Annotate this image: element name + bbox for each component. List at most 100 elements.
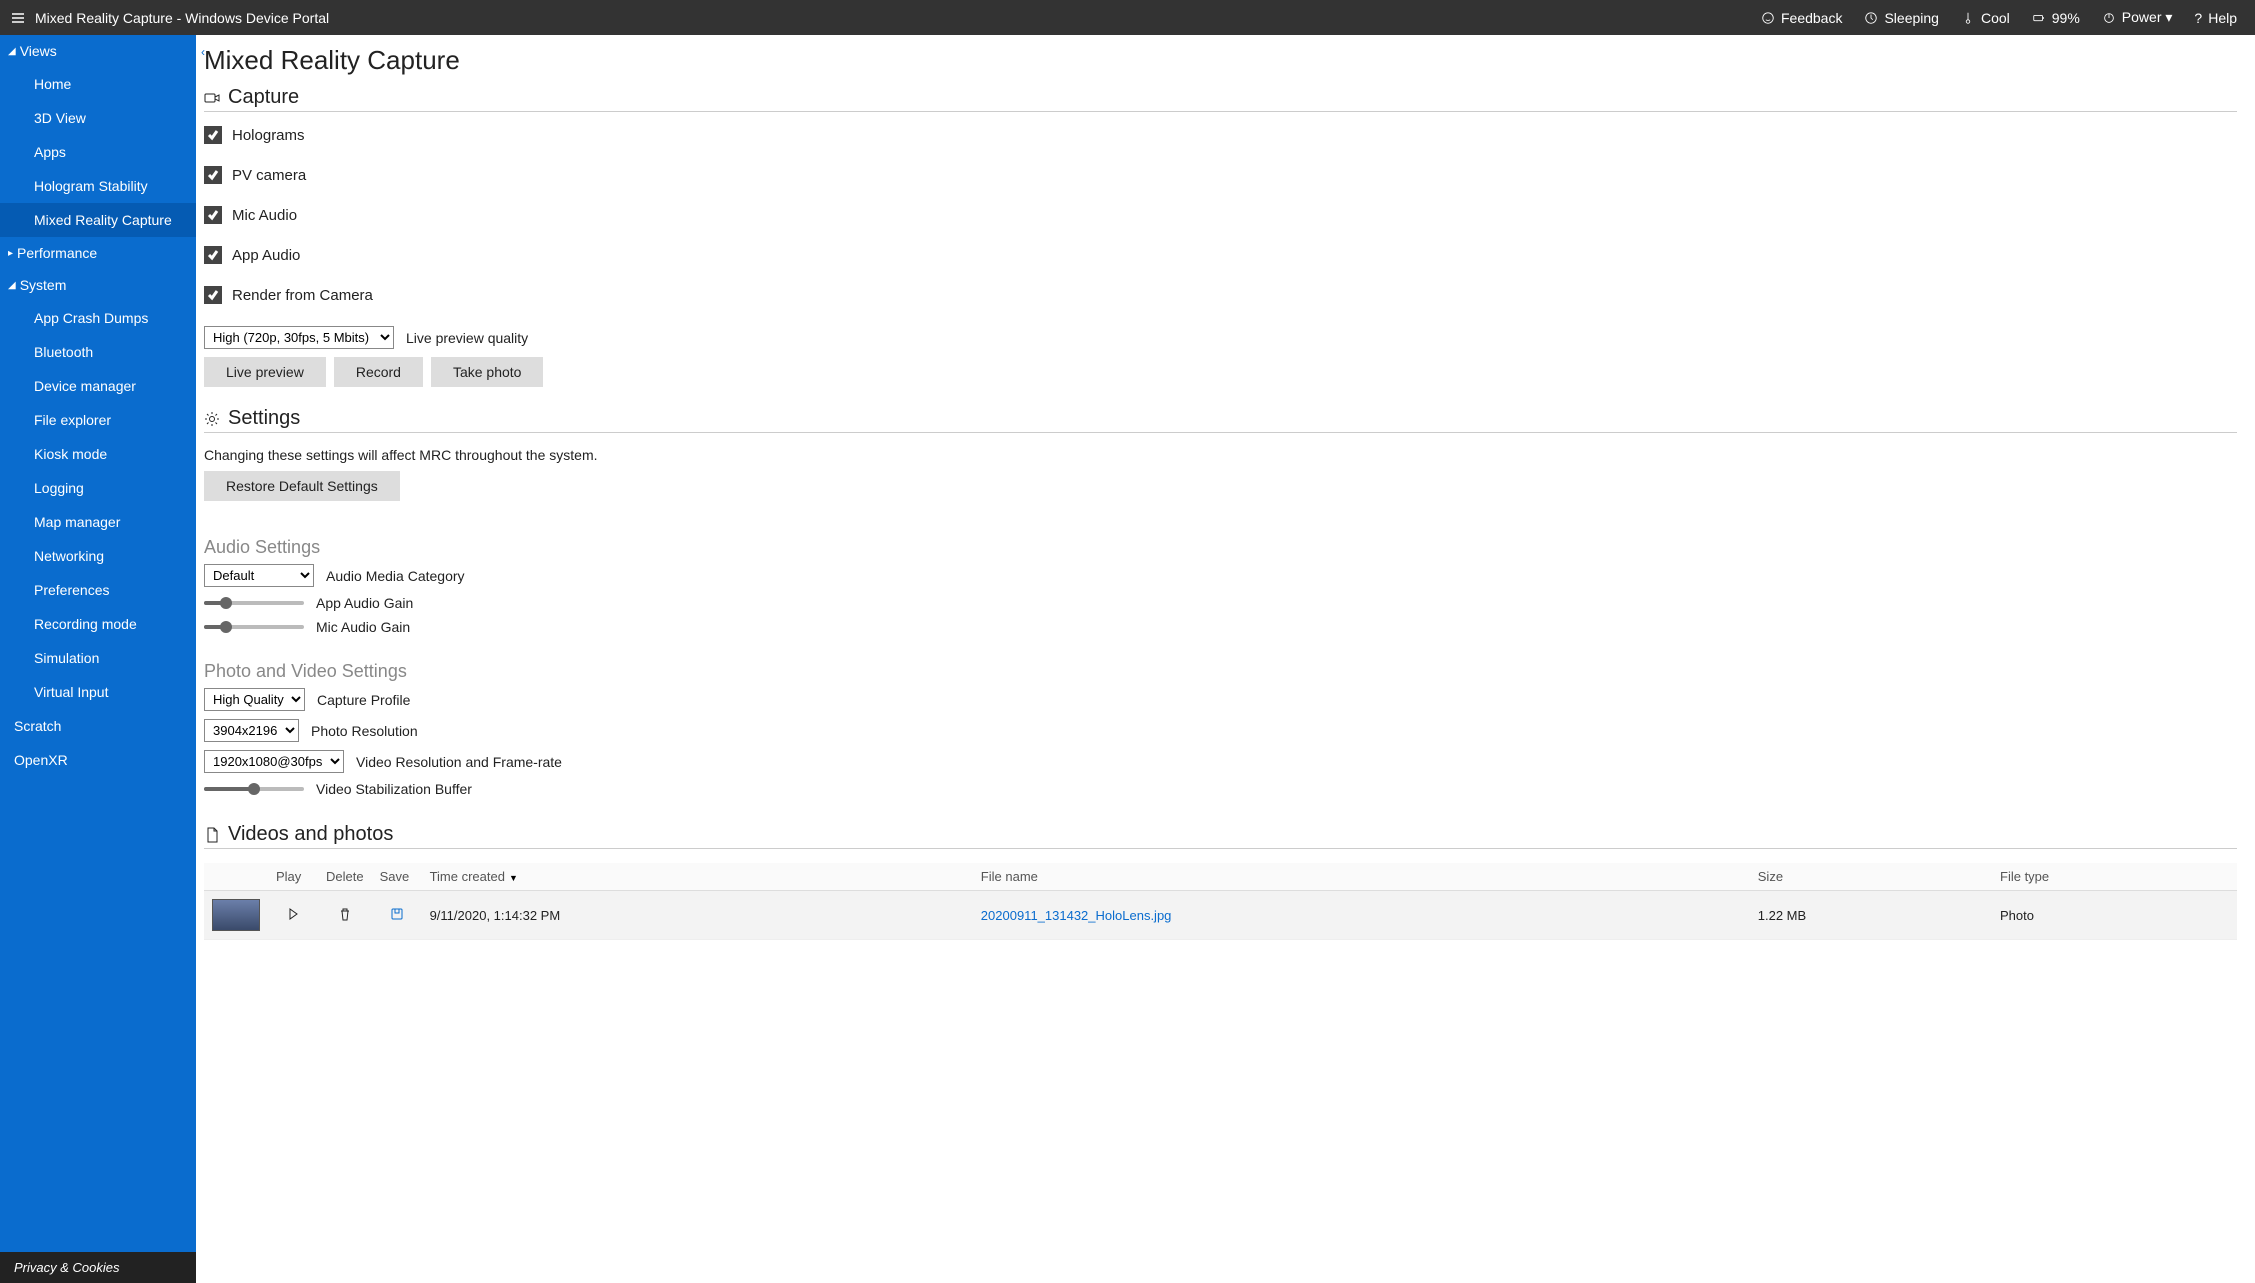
video-stabilization-slider[interactable]	[204, 787, 304, 791]
sidebar-item-map-manager[interactable]: Map manager	[0, 505, 196, 539]
live-preview-button[interactable]: Live preview	[204, 357, 326, 387]
sidebar-item-openxr[interactable]: OpenXR	[0, 743, 196, 777]
save-icon[interactable]	[390, 909, 404, 924]
record-button[interactable]: Record	[334, 357, 423, 387]
sidebar-section-system[interactable]: ◢ System	[0, 269, 196, 301]
sidebar-item-kiosk-mode[interactable]: Kiosk mode	[0, 437, 196, 471]
feedback-label: Feedback	[1781, 10, 1842, 26]
status-sleeping[interactable]: Sleeping	[1864, 10, 1939, 26]
video-resolution-select[interactable]: 1920x1080@30fps	[204, 750, 344, 773]
checkbox-render-from-camera[interactable]: Render from Camera	[204, 286, 2237, 304]
sidebar-item-scratch[interactable]: Scratch	[0, 709, 196, 743]
col-type[interactable]: File type	[1992, 863, 2237, 891]
audio-settings-heading: Audio Settings	[204, 537, 2237, 558]
section-capture-header: Capture	[204, 86, 2237, 112]
checkbox-icon	[204, 206, 222, 224]
hamburger-icon[interactable]	[0, 10, 35, 26]
quality-label: Live preview quality	[406, 330, 528, 346]
col-delete[interactable]: Delete	[318, 863, 372, 891]
take-photo-button[interactable]: Take photo	[431, 357, 544, 387]
status-battery[interactable]: 99%	[2032, 10, 2080, 26]
window-title: Mixed Reality Capture - Windows Device P…	[35, 10, 329, 26]
sidebar-item-simulation[interactable]: Simulation	[0, 641, 196, 675]
capture-profile-label: Capture Profile	[317, 692, 410, 708]
power-label: Power ▾	[2122, 9, 2173, 26]
mic-audio-gain-label: Mic Audio Gain	[316, 619, 410, 635]
sidebar-item-apps[interactable]: Apps	[0, 135, 196, 169]
checkbox-icon	[204, 286, 222, 304]
checkbox-mic-audio[interactable]: Mic Audio	[204, 206, 2237, 224]
sidebar-item-virtual-input[interactable]: Virtual Input	[0, 675, 196, 709]
media-table: Play Delete Save Time created▼ File name…	[204, 863, 2237, 940]
video-stabilization-label: Video Stabilization Buffer	[316, 781, 472, 797]
photo-resolution-label: Photo Resolution	[311, 723, 418, 739]
sidebar-item-recording-mode[interactable]: Recording mode	[0, 607, 196, 641]
sidebar-item-crash-dumps[interactable]: App Crash Dumps	[0, 301, 196, 335]
mic-audio-gain-slider[interactable]	[204, 625, 304, 629]
table-row: 9/11/2020, 1:14:32 PM 20200911_131432_Ho…	[204, 891, 2237, 940]
sidebar-item-3dview[interactable]: 3D View	[0, 101, 196, 135]
sleeping-label: Sleeping	[1884, 10, 1939, 26]
thumbnail	[212, 899, 260, 931]
app-audio-gain-label: App Audio Gain	[316, 595, 413, 611]
cell-size: 1.22 MB	[1750, 891, 1992, 940]
file-icon	[204, 827, 220, 843]
sidebar-item-networking[interactable]: Networking	[0, 539, 196, 573]
sidebar-item-preferences[interactable]: Preferences	[0, 573, 196, 607]
sidebar-collapse-icon[interactable]: ‹	[196, 43, 210, 61]
checkbox-app-audio[interactable]: App Audio	[204, 246, 2237, 264]
sidebar-section-views[interactable]: ◢ Views	[0, 35, 196, 67]
help-button[interactable]: ? Help	[2194, 10, 2237, 26]
section-media-header: Videos and photos	[204, 823, 2237, 849]
caret-down-icon: ◢	[8, 46, 16, 57]
cell-type: Photo	[1992, 891, 2237, 940]
checkbox-holograms[interactable]: Holograms	[204, 126, 2237, 144]
sidebar-item-file-explorer[interactable]: File explorer	[0, 403, 196, 437]
sidebar-item-device-manager[interactable]: Device manager	[0, 369, 196, 403]
battery-label: 99%	[2052, 10, 2080, 26]
col-file[interactable]: File name	[973, 863, 1750, 891]
col-save[interactable]: Save	[372, 863, 422, 891]
cell-filename[interactable]: 20200911_131432_HoloLens.jpg	[981, 908, 1172, 923]
restore-defaults-button[interactable]: Restore Default Settings	[204, 471, 400, 501]
privacy-cookies-link[interactable]: Privacy & Cookies	[0, 1252, 196, 1283]
photo-resolution-select[interactable]: 3904x2196	[204, 719, 299, 742]
sort-desc-icon: ▼	[509, 873, 518, 883]
sidebar-item-bluetooth[interactable]: Bluetooth	[0, 335, 196, 369]
camera-icon	[204, 90, 220, 106]
checkbox-pv-camera[interactable]: PV camera	[204, 166, 2237, 184]
power-button[interactable]: Power ▾	[2102, 9, 2173, 26]
col-time[interactable]: Time created▼	[422, 863, 973, 891]
checkbox-icon	[204, 246, 222, 264]
col-size[interactable]: Size	[1750, 863, 1992, 891]
help-icon: ?	[2194, 10, 2202, 26]
video-resolution-label: Video Resolution and Frame-rate	[356, 754, 562, 770]
sidebar: ‹ ◢ Views Home 3D View Apps Hologram Sta…	[0, 35, 196, 1283]
page-title: Mixed Reality Capture	[204, 45, 2237, 76]
settings-hint: Changing these settings will affect MRC …	[204, 447, 2237, 463]
capture-profile-select[interactable]: High Quality	[204, 688, 305, 711]
sidebar-item-mixed-reality-capture[interactable]: Mixed Reality Capture	[0, 203, 196, 237]
status-cool[interactable]: Cool	[1961, 10, 2010, 26]
sidebar-item-logging[interactable]: Logging	[0, 471, 196, 505]
delete-icon[interactable]	[338, 909, 352, 924]
play-icon[interactable]	[286, 909, 300, 924]
photo-video-settings-heading: Photo and Video Settings	[204, 661, 2237, 682]
checkbox-icon	[204, 166, 222, 184]
section-settings-header: Settings	[204, 407, 2237, 433]
sidebar-item-home[interactable]: Home	[0, 67, 196, 101]
cool-label: Cool	[1981, 10, 2010, 26]
quality-select[interactable]: High (720p, 30fps, 5 Mbits)	[204, 326, 394, 349]
checkbox-icon	[204, 126, 222, 144]
audio-category-label: Audio Media Category	[326, 568, 465, 584]
app-audio-gain-slider[interactable]	[204, 601, 304, 605]
feedback-button[interactable]: Feedback	[1761, 10, 1842, 26]
main-content: Mixed Reality Capture Capture Holograms …	[196, 35, 2255, 1283]
sidebar-item-hologram-stability[interactable]: Hologram Stability	[0, 169, 196, 203]
col-play[interactable]: Play	[268, 863, 318, 891]
topbar: Mixed Reality Capture - Windows Device P…	[0, 0, 2255, 35]
cell-time: 9/11/2020, 1:14:32 PM	[422, 891, 973, 940]
sidebar-section-performance[interactable]: ▸ Performance	[0, 237, 196, 269]
audio-category-select[interactable]: Default	[204, 564, 314, 587]
help-label: Help	[2208, 10, 2237, 26]
